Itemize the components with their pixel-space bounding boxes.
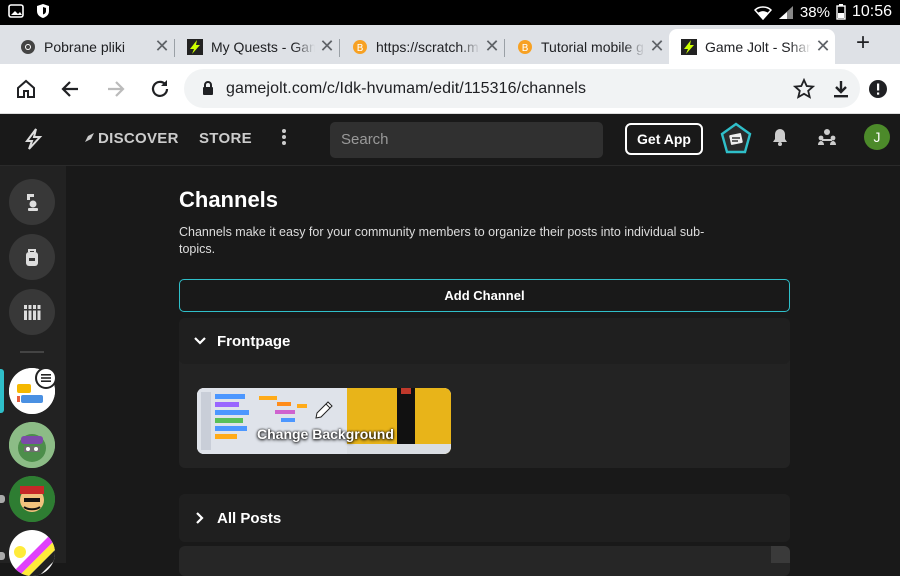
- channel-header-frontpage[interactable]: Frontpage: [179, 318, 790, 364]
- unread-indicator: [0, 552, 5, 560]
- nav-store[interactable]: STORE: [199, 130, 252, 147]
- svg-text:B: B: [522, 43, 529, 54]
- gamejolt-logo-icon[interactable]: [22, 128, 44, 155]
- channel-header-all-posts[interactable]: All Posts: [179, 494, 790, 542]
- pencil-edit-icon: [312, 398, 336, 427]
- close-tab-icon[interactable]: ✕: [645, 36, 669, 57]
- info-alert-icon[interactable]: [865, 76, 891, 102]
- page-title: Channels: [179, 187, 279, 212]
- sidebar-library-icon[interactable]: [9, 179, 55, 225]
- close-tab-icon[interactable]: ✕: [811, 36, 835, 57]
- sidebar-divider: [20, 351, 44, 353]
- tab-scratch[interactable]: B https://scratch.mit.edu ✕: [340, 29, 504, 64]
- site-header: DISCOVER STORE Search Get App J: [0, 114, 900, 166]
- url-text: gamejolt.com/c/Idk-hvumam/edit/115316/ch…: [226, 79, 587, 97]
- scrollbar-thumb[interactable]: [771, 546, 790, 563]
- tab-pobrane-pliki[interactable]: Pobrane pliki ✕: [8, 29, 174, 64]
- channel-panel-partial: [179, 546, 790, 576]
- lock-icon: [203, 81, 213, 95]
- left-sidebar: [0, 166, 66, 576]
- close-tab-icon[interactable]: ✕: [480, 36, 504, 57]
- status-clock: 10:56: [851, 3, 892, 20]
- signal-icon: [778, 5, 793, 19]
- tab-game-jolt-active[interactable]: Game Jolt - Share your ✕: [669, 29, 835, 64]
- shield-icon: [37, 4, 49, 18]
- channel-name: All Posts: [217, 509, 282, 527]
- close-tab-icon[interactable]: ✕: [150, 36, 174, 57]
- new-tab-icon[interactable]: +: [856, 29, 870, 57]
- community-avatar-4[interactable]: [9, 530, 55, 576]
- download-icon[interactable]: [828, 76, 854, 102]
- change-background-button[interactable]: Change Background: [197, 388, 451, 454]
- add-channel-button[interactable]: Add Channel: [179, 279, 790, 312]
- change-background-label: Change Background: [257, 426, 394, 442]
- home-icon[interactable]: [13, 76, 39, 102]
- battery-percent: 38%: [799, 3, 830, 21]
- bitcoin-like-icon: B: [517, 39, 533, 55]
- channel-name: Frontpage: [217, 332, 291, 350]
- svg-text:B: B: [357, 43, 364, 54]
- gamejolt-icon: [681, 38, 697, 55]
- community-avatar-3[interactable]: [9, 476, 55, 522]
- tab-title: Pobrane pliki: [44, 38, 125, 55]
- back-icon[interactable]: [57, 76, 83, 102]
- url-field[interactable]: gamejolt.com/c/Idk-hvumam/edit/115316/ch…: [184, 69, 860, 108]
- more-menu-icon[interactable]: [281, 128, 287, 151]
- status-bar: 38% 10:56: [0, 0, 900, 25]
- chevron-down-icon: [193, 336, 207, 346]
- main-content: Channels Channels make it easy for your …: [66, 166, 900, 576]
- community-avatar-2[interactable]: [9, 422, 55, 468]
- tab-title: Tutorial mobile game: [541, 38, 645, 55]
- nav-discover[interactable]: DISCOVER: [84, 130, 179, 147]
- tab-tutorial[interactable]: B Tutorial mobile game ✕: [505, 29, 669, 64]
- chevron-right-icon: [193, 511, 207, 525]
- notifications-bell-icon[interactable]: [772, 128, 788, 151]
- page-description: Channels make it easy for your community…: [179, 225, 705, 256]
- photo-icon: [8, 4, 24, 18]
- sidebar-games-shelf-icon[interactable]: [9, 289, 55, 335]
- get-app-button[interactable]: Get App: [625, 123, 703, 155]
- chrome-icon: [20, 39, 36, 55]
- reload-icon[interactable]: [147, 76, 173, 102]
- battery-icon: [836, 4, 846, 20]
- unread-indicator: [0, 495, 5, 503]
- quests-icon[interactable]: [718, 121, 754, 162]
- friends-icon[interactable]: [817, 128, 837, 151]
- address-bar: gamejolt.com/c/Idk-hvumam/edit/115316/ch…: [0, 64, 900, 114]
- wifi-icon: [753, 5, 772, 20]
- community-menu-icon[interactable]: [35, 367, 57, 389]
- search-input[interactable]: Search: [330, 122, 603, 158]
- user-avatar[interactable]: J: [864, 124, 890, 150]
- forward-icon[interactable]: [103, 76, 129, 102]
- close-tab-icon[interactable]: ✕: [315, 36, 339, 57]
- tab-strip: Pobrane pliki ✕ My Quests - Game Jolt ✕ …: [0, 25, 900, 64]
- active-community-indicator: [0, 369, 4, 413]
- tab-title: My Quests - Game Jolt: [211, 38, 315, 55]
- bookmark-star-icon[interactable]: [791, 76, 817, 102]
- tab-my-quests[interactable]: My Quests - Game Jolt ✕: [175, 29, 339, 64]
- channel-panel-all-posts: All Posts: [179, 494, 790, 542]
- tab-title: https://scratch.mit.edu: [376, 38, 480, 55]
- sidebar-backpack-icon[interactable]: [9, 234, 55, 280]
- gamejolt-icon: [187, 38, 203, 55]
- tab-title: Game Jolt - Share your: [705, 38, 811, 55]
- channel-panel-frontpage: Frontpage Change Background: [179, 318, 790, 468]
- compass-icon: [85, 133, 94, 142]
- bitcoin-like-icon: B: [352, 39, 368, 55]
